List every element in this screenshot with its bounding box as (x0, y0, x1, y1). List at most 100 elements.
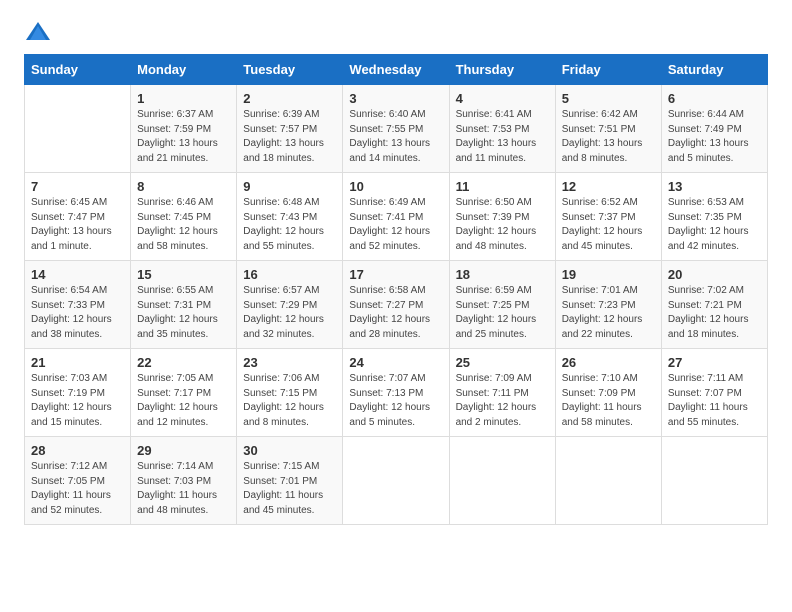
day-header-sunday: Sunday (25, 55, 131, 85)
cell-content: Sunrise: 7:07 AM Sunset: 7:13 PM Dayligh… (349, 372, 442, 430)
calendar-cell: 9 Sunrise: 6:48 AM Sunset: 7:43 PM Daylig… (237, 173, 343, 261)
calendar-week-1: 1 Sunrise: 6:37 AM Sunset: 7:59 PM Daylig… (25, 85, 768, 173)
day-number: 11 (456, 179, 549, 194)
cell-content: Sunrise: 7:01 AM Sunset: 7:23 PM Dayligh… (562, 284, 655, 342)
cell-content: Sunrise: 6:46 AM Sunset: 7:45 PM Dayligh… (137, 196, 230, 254)
calendar-cell (343, 437, 449, 525)
calendar-cell (449, 437, 555, 525)
cell-content: Sunrise: 6:59 AM Sunset: 7:25 PM Dayligh… (456, 284, 549, 342)
day-number: 14 (31, 267, 124, 282)
day-number: 7 (31, 179, 124, 194)
day-number: 6 (668, 91, 761, 106)
calendar-week-5: 28 Sunrise: 7:12 AM Sunset: 7:05 PM Dayli… (25, 437, 768, 525)
calendar-cell: 26 Sunrise: 7:10 AM Sunset: 7:09 PM Dayli… (555, 349, 661, 437)
cell-content: Sunrise: 7:03 AM Sunset: 7:19 PM Dayligh… (31, 372, 124, 430)
calendar-cell (555, 437, 661, 525)
calendar-cell: 16 Sunrise: 6:57 AM Sunset: 7:29 PM Dayli… (237, 261, 343, 349)
cell-content: Sunrise: 7:10 AM Sunset: 7:09 PM Dayligh… (562, 372, 655, 430)
cell-content: Sunrise: 7:02 AM Sunset: 7:21 PM Dayligh… (668, 284, 761, 342)
calendar-cell: 15 Sunrise: 6:55 AM Sunset: 7:31 PM Dayli… (131, 261, 237, 349)
calendar-cell: 19Sunrise: 7:01 AM Sunset: 7:23 PM Dayli… (555, 261, 661, 349)
day-number: 16 (243, 267, 336, 282)
cell-content: Sunrise: 6:49 AM Sunset: 7:41 PM Dayligh… (349, 196, 442, 254)
calendar-cell: 14 Sunrise: 6:54 AM Sunset: 7:33 PM Dayli… (25, 261, 131, 349)
calendar-cell: 7Sunrise: 6:45 AM Sunset: 7:47 PM Daylig… (25, 173, 131, 261)
cell-content: Sunrise: 7:11 AM Sunset: 7:07 PM Dayligh… (668, 372, 761, 430)
cell-content: Sunrise: 6:52 AM Sunset: 7:37 PM Dayligh… (562, 196, 655, 254)
cell-content: Sunrise: 7:06 AM Sunset: 7:15 PM Dayligh… (243, 372, 336, 430)
cell-content: Sunrise: 7:12 AM Sunset: 7:05 PM Dayligh… (31, 460, 124, 518)
calendar-cell: 22 Sunrise: 7:05 AM Sunset: 7:17 PM Dayli… (131, 349, 237, 437)
header-row: SundayMondayTuesdayWednesdayThursdayFrid… (25, 55, 768, 85)
day-number: 23 (243, 355, 336, 370)
day-header-friday: Friday (555, 55, 661, 85)
calendar-week-3: 14 Sunrise: 6:54 AM Sunset: 7:33 PM Dayli… (25, 261, 768, 349)
cell-content: Sunrise: 6:54 AM Sunset: 7:33 PM Dayligh… (31, 284, 124, 342)
calendar-cell: 18 Sunrise: 6:59 AM Sunset: 7:25 PM Dayli… (449, 261, 555, 349)
day-number: 24 (349, 355, 442, 370)
cell-content: Sunrise: 6:41 AM Sunset: 7:53 PM Dayligh… (456, 108, 549, 166)
calendar-cell: 13 Sunrise: 6:53 AM Sunset: 7:35 PM Dayli… (661, 173, 767, 261)
calendar-cell: 6 Sunrise: 6:44 AM Sunset: 7:49 PM Daylig… (661, 85, 767, 173)
cell-content: Sunrise: 6:55 AM Sunset: 7:31 PM Dayligh… (137, 284, 230, 342)
cell-content: Sunrise: 6:37 AM Sunset: 7:59 PM Dayligh… (137, 108, 230, 166)
calendar-cell: 3 Sunrise: 6:40 AM Sunset: 7:55 PM Daylig… (343, 85, 449, 173)
cell-content: Sunrise: 6:44 AM Sunset: 7:49 PM Dayligh… (668, 108, 761, 166)
calendar-cell (25, 85, 131, 173)
day-number: 18 (456, 267, 549, 282)
calendar-cell: 8 Sunrise: 6:46 AM Sunset: 7:45 PM Daylig… (131, 173, 237, 261)
cell-content: Sunrise: 7:14 AM Sunset: 7:03 PM Dayligh… (137, 460, 230, 518)
calendar-cell: 23 Sunrise: 7:06 AM Sunset: 7:15 PM Dayli… (237, 349, 343, 437)
day-number: 27 (668, 355, 761, 370)
day-number: 21 (31, 355, 124, 370)
calendar-cell: 28 Sunrise: 7:12 AM Sunset: 7:05 PM Dayli… (25, 437, 131, 525)
cell-content: Sunrise: 6:53 AM Sunset: 7:35 PM Dayligh… (668, 196, 761, 254)
day-number: 17 (349, 267, 442, 282)
calendar-cell: 21 Sunrise: 7:03 AM Sunset: 7:19 PM Dayli… (25, 349, 131, 437)
cell-content: Sunrise: 7:15 AM Sunset: 7:01 PM Dayligh… (243, 460, 336, 518)
calendar-cell: 11Sunrise: 6:50 AM Sunset: 7:39 PM Dayli… (449, 173, 555, 261)
cell-content: Sunrise: 7:05 AM Sunset: 7:17 PM Dayligh… (137, 372, 230, 430)
calendar-cell: 27 Sunrise: 7:11 AM Sunset: 7:07 PM Dayli… (661, 349, 767, 437)
calendar-cell: 20 Sunrise: 7:02 AM Sunset: 7:21 PM Dayli… (661, 261, 767, 349)
day-number: 15 (137, 267, 230, 282)
day-header-monday: Monday (131, 55, 237, 85)
cell-content: Sunrise: 7:09 AM Sunset: 7:11 PM Dayligh… (456, 372, 549, 430)
day-number: 29 (137, 443, 230, 458)
cell-content: Sunrise: 6:40 AM Sunset: 7:55 PM Dayligh… (349, 108, 442, 166)
calendar-cell: 5 Sunrise: 6:42 AM Sunset: 7:51 PM Daylig… (555, 85, 661, 173)
day-number: 9 (243, 179, 336, 194)
calendar-cell: 24 Sunrise: 7:07 AM Sunset: 7:13 PM Dayli… (343, 349, 449, 437)
calendar-cell: 17 Sunrise: 6:58 AM Sunset: 7:27 PM Dayli… (343, 261, 449, 349)
day-number: 13 (668, 179, 761, 194)
cell-content: Sunrise: 6:57 AM Sunset: 7:29 PM Dayligh… (243, 284, 336, 342)
calendar-table: SundayMondayTuesdayWednesdayThursdayFrid… (24, 54, 768, 525)
day-number: 22 (137, 355, 230, 370)
calendar-week-2: 7Sunrise: 6:45 AM Sunset: 7:47 PM Daylig… (25, 173, 768, 261)
calendar-week-4: 21 Sunrise: 7:03 AM Sunset: 7:19 PM Dayli… (25, 349, 768, 437)
day-header-wednesday: Wednesday (343, 55, 449, 85)
cell-content: Sunrise: 6:42 AM Sunset: 7:51 PM Dayligh… (562, 108, 655, 166)
calendar-cell: 2Sunrise: 6:39 AM Sunset: 7:57 PM Daylig… (237, 85, 343, 173)
day-number: 26 (562, 355, 655, 370)
day-header-saturday: Saturday (661, 55, 767, 85)
day-header-tuesday: Tuesday (237, 55, 343, 85)
day-number: 12 (562, 179, 655, 194)
calendar-cell: 25Sunrise: 7:09 AM Sunset: 7:11 PM Dayli… (449, 349, 555, 437)
calendar-cell: 29 Sunrise: 7:14 AM Sunset: 7:03 PM Dayli… (131, 437, 237, 525)
logo (24, 20, 56, 44)
day-number: 20 (668, 267, 761, 282)
cell-content: Sunrise: 6:58 AM Sunset: 7:27 PM Dayligh… (349, 284, 442, 342)
day-number: 28 (31, 443, 124, 458)
day-header-thursday: Thursday (449, 55, 555, 85)
day-number: 5 (562, 91, 655, 106)
day-number: 4 (456, 91, 549, 106)
calendar-cell: 12 Sunrise: 6:52 AM Sunset: 7:37 PM Dayli… (555, 173, 661, 261)
logo-icon (24, 20, 52, 44)
day-number: 1 (137, 91, 230, 106)
day-number: 30 (243, 443, 336, 458)
day-number: 3 (349, 91, 442, 106)
cell-content: Sunrise: 6:39 AM Sunset: 7:57 PM Dayligh… (243, 108, 336, 166)
day-number: 8 (137, 179, 230, 194)
cell-content: Sunrise: 6:48 AM Sunset: 7:43 PM Dayligh… (243, 196, 336, 254)
